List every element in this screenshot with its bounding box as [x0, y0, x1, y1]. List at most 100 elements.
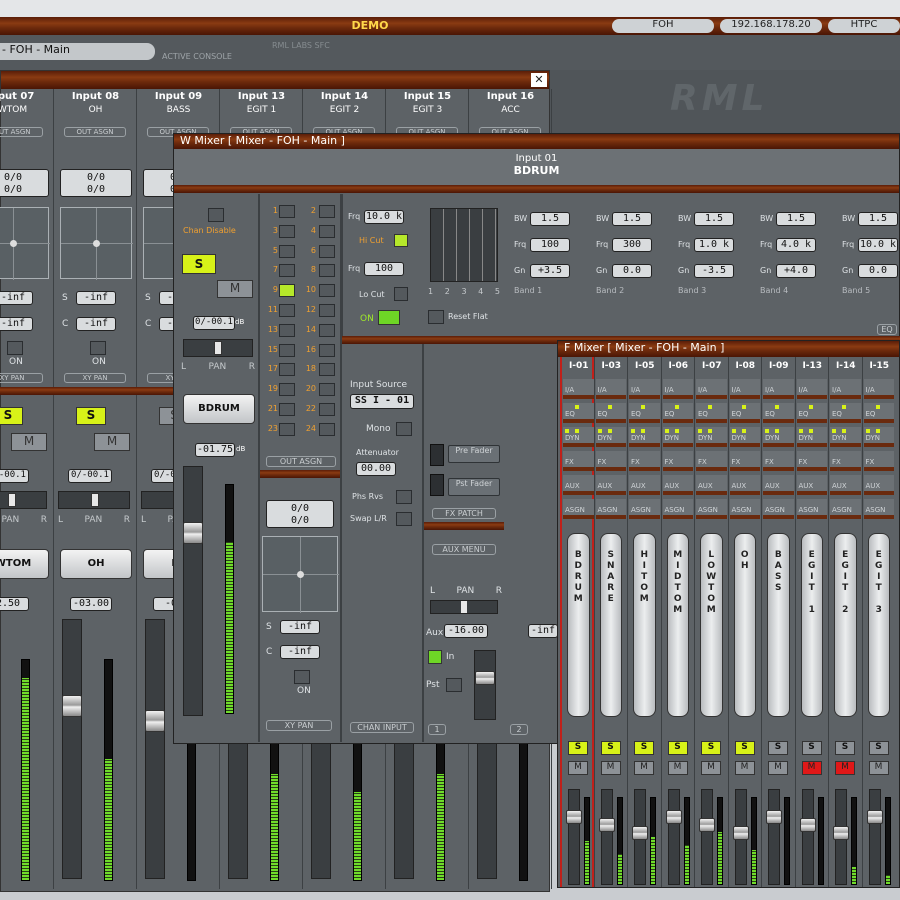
- back-on-toggle[interactable]: [7, 341, 23, 355]
- f-fader-track[interactable]: [699, 789, 715, 885]
- f-name-plate[interactable]: EGIT 1 EGIT 1: [800, 533, 823, 717]
- console-select[interactable]: - FOH - Main: [0, 43, 155, 60]
- f-row-asgn[interactable]: ASGN: [763, 499, 794, 519]
- f-row-eq[interactable]: EQ: [796, 403, 827, 423]
- back-fader-track[interactable]: [62, 619, 82, 879]
- back-gain[interactable]: -03.00: [70, 597, 112, 611]
- xy-s-value[interactable]: -inf: [280, 620, 320, 634]
- bus-assign-12[interactable]: 12: [302, 303, 340, 319]
- f-row-ia[interactable]: I/A: [696, 379, 727, 399]
- bus-assign-2[interactable]: 2: [302, 204, 340, 220]
- back-solo[interactable]: S: [0, 407, 23, 425]
- f-name-plate[interactable]: EGIT 3 EGIT 3: [867, 533, 890, 717]
- pill-ip[interactable]: 192.168.178.20: [720, 19, 822, 33]
- bus-toggle[interactable]: [279, 264, 295, 278]
- bus-toggle[interactable]: [319, 264, 335, 278]
- f-row-ia[interactable]: I/A: [629, 379, 660, 399]
- f-name-plate[interactable]: LOWTOM LOWTOM: [700, 533, 723, 717]
- f-row-fx[interactable]: FX: [796, 451, 827, 471]
- bus-toggle[interactable]: [279, 244, 295, 258]
- f-row-aux[interactable]: AUX: [763, 475, 794, 495]
- f-fader-track[interactable]: [766, 789, 782, 885]
- f-fader-track[interactable]: [566, 789, 582, 885]
- f-solo[interactable]: S: [835, 741, 855, 755]
- f-row-ia[interactable]: I/A: [763, 379, 794, 399]
- back-s-value[interactable]: -inf: [0, 291, 33, 305]
- f-row-asgn[interactable]: ASGN: [830, 499, 861, 519]
- bus-assign-23[interactable]: 23: [262, 422, 300, 438]
- f-solo[interactable]: S: [600, 741, 621, 755]
- f-row-fx[interactable]: FX: [863, 451, 894, 471]
- back-s-value[interactable]: -inf: [76, 291, 116, 305]
- f-row-aux[interactable]: AUX: [863, 475, 894, 495]
- xy-handle[interactable]: [297, 571, 304, 578]
- bus-assign-22[interactable]: 22: [302, 402, 340, 418]
- f-strip-id[interactable]: I-03: [595, 361, 629, 371]
- back-xy-pad[interactable]: [60, 207, 133, 280]
- f-row-asgn[interactable]: ASGN: [662, 499, 693, 519]
- band-bw[interactable]: 1.5: [776, 212, 816, 226]
- f-row-aux[interactable]: AUX: [796, 475, 827, 495]
- f-solo[interactable]: S: [801, 741, 822, 755]
- bus-toggle[interactable]: [279, 343, 295, 357]
- bus-assign-18[interactable]: 18: [302, 362, 340, 378]
- aux-value-2[interactable]: -inf: [528, 624, 558, 638]
- f-strip-id[interactable]: I-09: [762, 361, 796, 371]
- back-solo[interactable]: S: [76, 407, 106, 425]
- xy-on-button[interactable]: [294, 670, 310, 684]
- f-strip-id[interactable]: I-14: [829, 361, 863, 371]
- band-frq[interactable]: 100: [530, 238, 570, 252]
- f-strip-id[interactable]: I-06: [662, 361, 696, 371]
- bus-toggle[interactable]: [319, 383, 335, 397]
- f-row-dyn[interactable]: DYN: [563, 427, 594, 447]
- f-solo[interactable]: S: [634, 741, 654, 755]
- reset-flat-button[interactable]: [428, 310, 444, 324]
- f-solo[interactable]: S: [701, 741, 721, 755]
- f-row-dyn[interactable]: DYN: [729, 427, 760, 447]
- f-row-fx[interactable]: FX: [830, 451, 861, 471]
- f-row-fx[interactable]: FX: [595, 451, 626, 471]
- bus-assign-24[interactable]: 24: [302, 422, 340, 438]
- f-mute[interactable]: M: [835, 761, 855, 775]
- back-cue-display[interactable]: 0/00/0: [0, 169, 49, 197]
- f-row-eq[interactable]: EQ: [696, 403, 727, 423]
- f-mute[interactable]: M: [801, 761, 822, 775]
- bus-assign-4[interactable]: 4: [302, 224, 340, 240]
- bus-toggle[interactable]: [319, 224, 335, 238]
- xy-pad[interactable]: [262, 536, 339, 613]
- f-row-aux[interactable]: AUX: [662, 475, 693, 495]
- bus-assign-17[interactable]: 17: [262, 362, 300, 378]
- close-icon[interactable]: ✕: [531, 73, 547, 87]
- f-name-plate[interactable]: HITOM HITOM: [633, 533, 656, 717]
- f-row-eq[interactable]: EQ: [763, 403, 794, 423]
- bus-assign-15[interactable]: 15: [262, 343, 300, 359]
- f-name-plate[interactable]: SNARE SNARE: [599, 533, 622, 717]
- bus-toggle[interactable]: [319, 422, 335, 436]
- bus-assign-1[interactable]: 1: [262, 204, 300, 220]
- f-row-dyn[interactable]: DYN: [662, 427, 693, 447]
- bus-toggle[interactable]: [319, 205, 335, 218]
- back-pan-value[interactable]: 0/-00.1: [68, 469, 112, 483]
- band-bw[interactable]: 1.5: [858, 212, 898, 226]
- f-row-aux[interactable]: AUX: [629, 475, 660, 495]
- bus-toggle[interactable]: [279, 363, 295, 377]
- band-gn[interactable]: +4.0: [776, 264, 816, 278]
- bus-assign-11[interactable]: 11: [262, 303, 300, 319]
- f-row-ia[interactable]: I/A: [662, 379, 693, 399]
- band-bw[interactable]: 1.5: [694, 212, 734, 226]
- bus-toggle[interactable]: [279, 383, 295, 397]
- pre-fader-button[interactable]: Pre Fader: [448, 445, 500, 463]
- f-row-ia[interactable]: I/A: [729, 379, 760, 399]
- f-row-aux[interactable]: AUX: [563, 475, 594, 495]
- f-row-dyn[interactable]: DYN: [595, 427, 626, 447]
- bus-assign-20[interactable]: 20: [302, 382, 340, 398]
- f-row-fx[interactable]: FX: [763, 451, 794, 471]
- eq-on-toggle[interactable]: [378, 310, 400, 325]
- f-solo[interactable]: S: [667, 741, 688, 755]
- back-pan-slider[interactable]: [58, 491, 130, 509]
- f-solo[interactable]: S: [868, 741, 889, 755]
- f-row-aux[interactable]: AUX: [696, 475, 727, 495]
- back-mute[interactable]: M: [94, 433, 130, 451]
- bus-assign-10[interactable]: 10: [302, 283, 340, 299]
- hicut-frq[interactable]: 10.0 k: [364, 210, 404, 224]
